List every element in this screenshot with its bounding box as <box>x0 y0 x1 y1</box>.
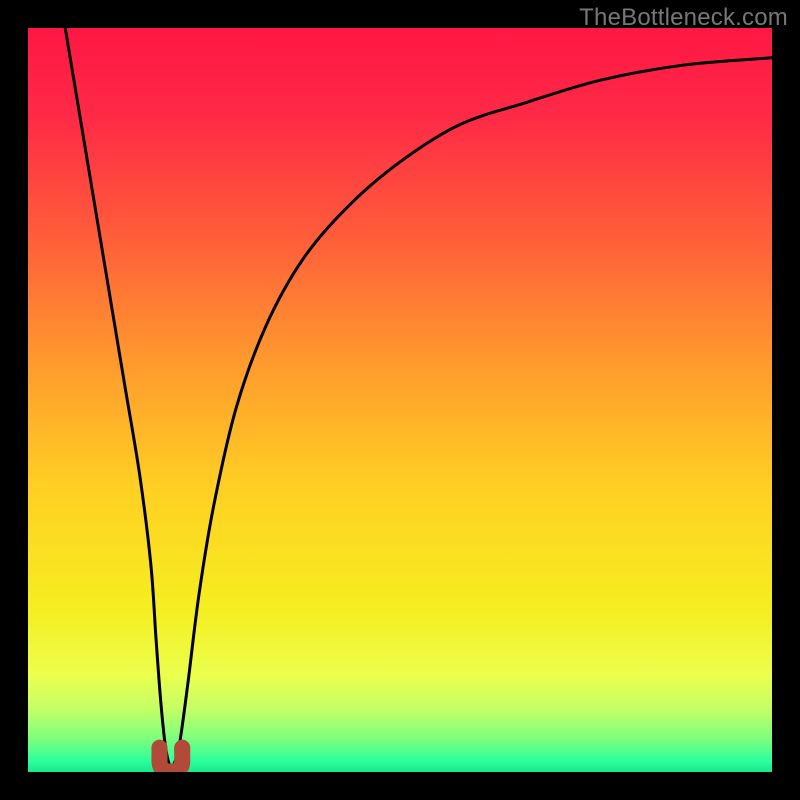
source-attribution: TheBottleneck.com <box>579 4 788 32</box>
chart-svg <box>28 28 772 772</box>
chart-frame: TheBottleneck.com <box>0 0 800 800</box>
plot-area <box>28 28 772 772</box>
gradient-background <box>28 28 772 772</box>
